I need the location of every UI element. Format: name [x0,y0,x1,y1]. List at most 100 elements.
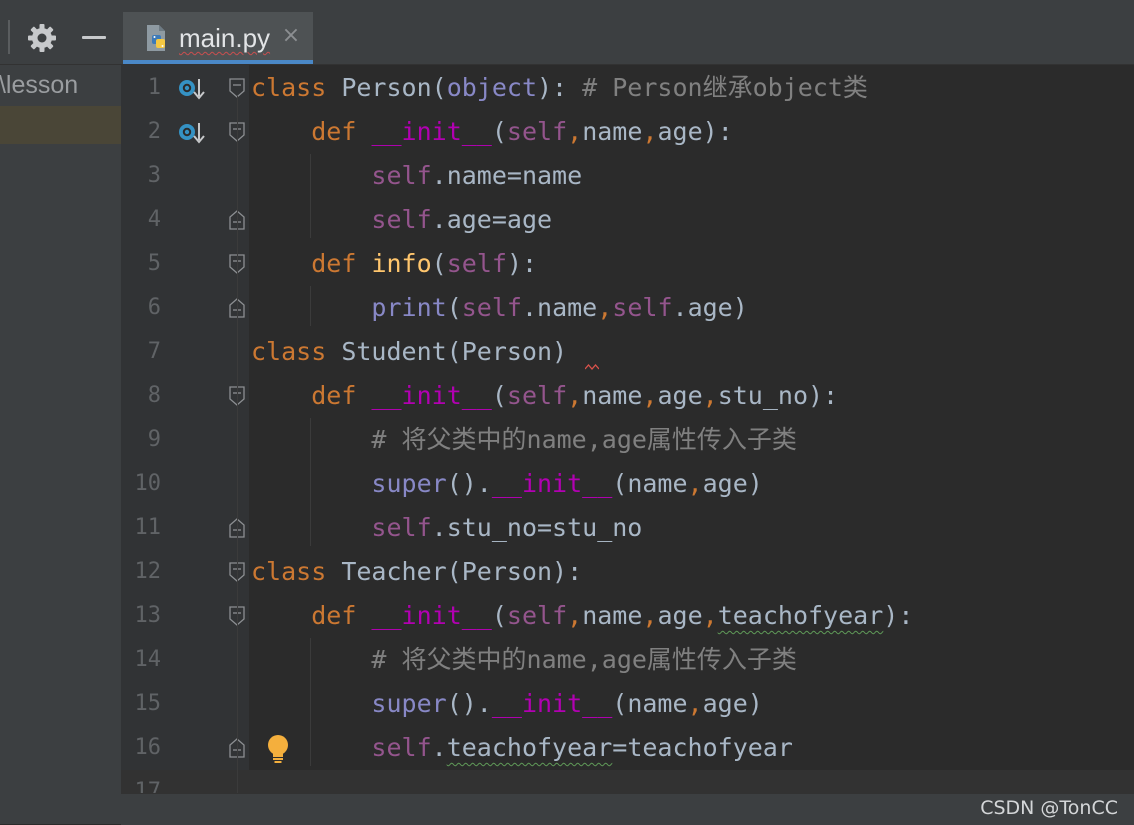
selected-tree-row[interactable] [0,106,121,144]
code-text[interactable]: self.age=age [251,198,552,242]
code-token: super [371,689,447,718]
override-icon[interactable] [177,76,207,102]
code-token: , [642,117,658,146]
line-number: 15 [134,691,162,716]
code-token: (). [446,689,492,718]
code-token: self [371,205,432,234]
code-line[interactable]: 10 super().__init__(name,age) [121,462,1134,506]
code-line[interactable]: 5 def info(self): [121,242,1134,286]
code-token: def [311,381,372,410]
code-token: age [657,601,703,630]
code-line[interactable]: 8 def __init__(self,name,age,stu_no): [121,374,1134,418]
line-number: 9 [147,427,161,452]
code-token: , [597,293,613,322]
code-line[interactable]: 7 class Student(Person) [121,330,1134,374]
indent-guide [310,418,311,546]
code-token: ( [431,249,447,278]
code-text[interactable]: def __init__(self,name,age): [251,110,733,154]
code-token: (). [446,469,492,498]
override-icon[interactable] [177,120,207,146]
code-line[interactable]: 9 # 将父类中的name,age属性传入子类 [121,418,1134,462]
indent-guide [310,638,311,766]
code-text[interactable]: # 将父类中的name,age属性传入子类 [251,418,797,462]
code-token: info [371,249,432,278]
code-text[interactable]: class Student(Person) [251,330,567,374]
minus-icon[interactable] [82,36,106,39]
code-line[interactable]: 12 class Teacher(Person): [121,550,1134,594]
watermark-text: CSDN @TonCC [980,797,1118,819]
code-line[interactable]: 3 self.name=name [121,154,1134,198]
code-token: name [582,601,643,630]
code-token: , [687,469,703,498]
code-line[interactable]: 4 self.age=age [121,198,1134,242]
code-line[interactable]: 6 print(self.name,self.age) [121,286,1134,330]
code-token: self [506,117,568,146]
code-token: . [431,733,447,762]
code-text[interactable]: class Person(object): # Person继承object类 [251,66,868,110]
code-editor[interactable]: 1 class Person(object): # Person继承object类… [121,65,1134,793]
code-line[interactable]: 14 # 将父类中的name,age属性传入子类 [121,638,1134,682]
code-token: def [311,249,372,278]
code-token: , [567,117,583,146]
code-token: (name [612,469,688,498]
status-bar: CSDN @TonCC [121,793,1134,825]
code-token: , [642,601,658,630]
code-line[interactable]: 2 def __init__(self,name,age): [121,110,1134,154]
code-token: .name=name [431,161,583,190]
tab-label: main.py [179,23,271,53]
code-token: ): [537,73,583,102]
lightbulb-icon[interactable] [266,734,290,764]
close-icon[interactable]: × [279,24,303,48]
code-token: , [567,601,583,630]
code-token: def [311,117,372,146]
code-token: # Person继承object类 [582,73,868,102]
code-text[interactable]: # 将父类中的name,age属性传入子类 [251,638,797,682]
code-token: class [251,73,327,102]
editor-tab-bar: main.py × [121,0,1134,65]
code-token: __init__ [491,689,613,718]
code-token: ): [506,249,538,278]
code-text[interactable]: def __init__(self,name,age,teachofyear): [251,594,913,638]
code-token: object [446,73,537,102]
code-token: self [371,161,432,190]
project-path-label[interactable]: t\lesson [0,70,78,100]
code-text[interactable]: self.name=name [251,154,582,198]
code-token: , [567,381,583,410]
line-number: 16 [134,735,162,760]
code-text[interactable]: class Teacher(Person): [251,550,582,594]
code-line[interactable]: 13 def __init__(self,name,age,teachofyea… [121,594,1134,638]
code-token: name [582,117,643,146]
project-toolbar [0,0,121,65]
code-text[interactable]: super().__init__(name,age) [251,682,762,726]
code-text[interactable]: def info(self): [251,242,537,286]
code-text[interactable]: def __init__(self,name,age,stu_no): [251,374,838,418]
code-text[interactable]: super().__init__(name,age) [251,462,762,506]
code-token: , [687,689,703,718]
code-text[interactable]: print(self.name,self.age) [251,286,747,330]
code-line[interactable]: 16 self.teachofyear=teachofyear [121,726,1134,770]
indent-guide [310,154,311,238]
line-number: 13 [134,603,162,628]
line-number: 5 [147,251,161,276]
fold-open-icon[interactable] [229,78,245,98]
code-text[interactable]: self.teachofyear=teachofyear [251,726,793,770]
code-token: =teachofyear [612,733,793,762]
code-line[interactable]: 15 super().__init__(name,age) [121,682,1134,726]
gear-icon[interactable] [26,22,58,54]
code-line[interactable]: 17 [121,770,1134,793]
code-token: ( [491,381,507,410]
code-token: self [461,293,522,322]
line-number: 11 [134,515,162,540]
code-line[interactable]: 1 class Person(object): # Person继承object类 [121,66,1134,110]
tab-main-py[interactable]: main.py × [123,12,313,64]
code-line[interactable]: 11 self.stu_no=stu_no [121,506,1134,550]
code-token: __init__ [371,381,492,410]
code-token: Student(Person) [326,337,568,366]
code-token: .stu_no=stu_no [431,513,643,542]
